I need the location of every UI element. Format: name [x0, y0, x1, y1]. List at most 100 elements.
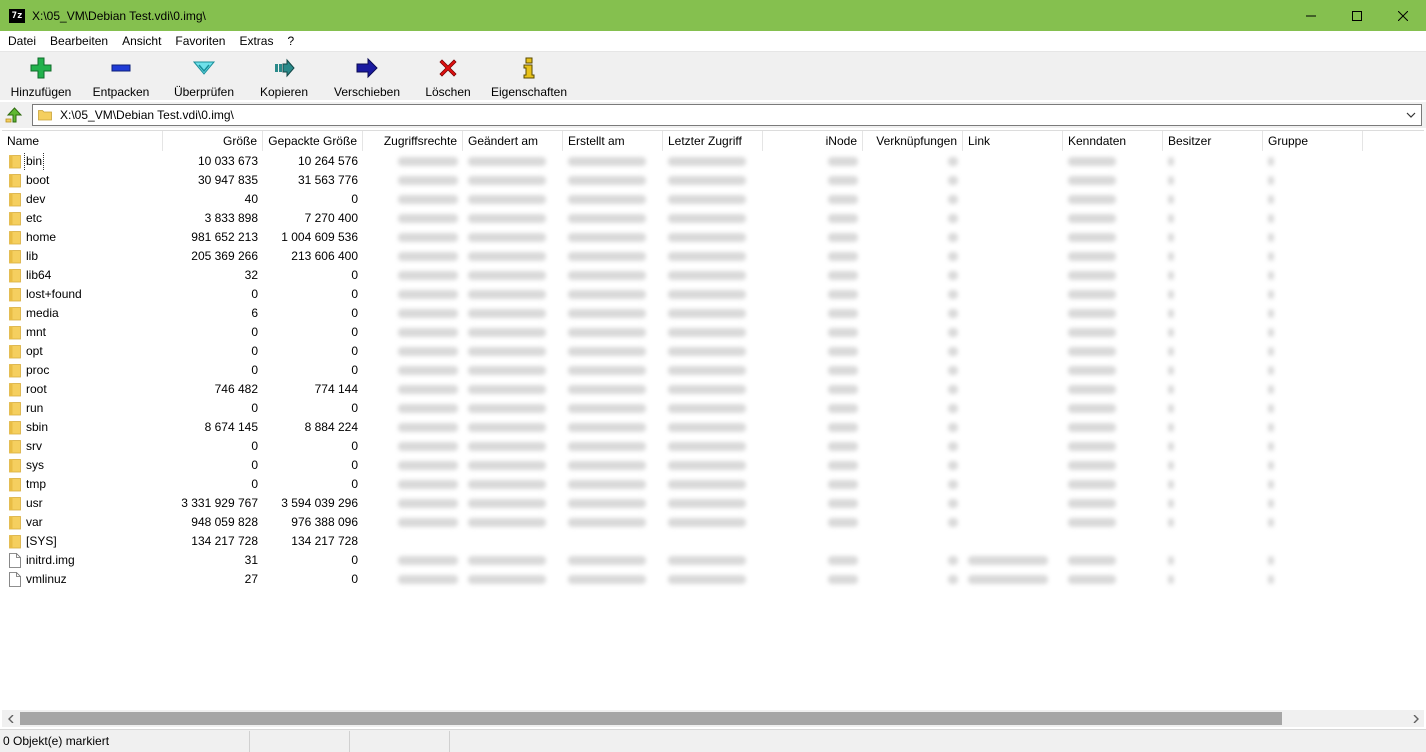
redacted-value: [828, 480, 858, 490]
col-group[interactable]: Gruppe: [1263, 131, 1363, 151]
horizontal-scrollbar[interactable]: [2, 710, 1424, 727]
obscured-cell: [1263, 171, 1363, 190]
col-inode[interactable]: iNode: [763, 131, 863, 151]
redacted-value: [398, 385, 458, 395]
delete-button[interactable]: Löschen: [424, 52, 472, 100]
name-cell[interactable]: initrd.img: [2, 551, 163, 570]
col-size[interactable]: Größe: [163, 131, 263, 151]
redacted-value: [398, 233, 458, 243]
menu-ansicht[interactable]: Ansicht: [115, 34, 168, 48]
col-links[interactable]: Verknüpfungen: [863, 131, 963, 151]
obscured-cell: [1163, 361, 1263, 380]
table-row[interactable]: initrd.img 31 0: [2, 551, 1424, 570]
name-cell[interactable]: usr: [2, 494, 163, 513]
redacted-value: [968, 556, 1048, 566]
name-cell[interactable]: sbin: [2, 418, 163, 437]
col-owner[interactable]: Besitzer: [1163, 131, 1263, 151]
table-row[interactable]: root 746 482 774 144: [2, 380, 1424, 399]
redacted-value: [948, 499, 958, 509]
table-row[interactable]: lib64 32 0: [2, 266, 1424, 285]
address-bar: X:\05_VM\Debian Test.vdi\0.img\: [0, 102, 1426, 128]
name-cell[interactable]: proc: [2, 361, 163, 380]
name-cell[interactable]: run: [2, 399, 163, 418]
redacted-value: [1268, 385, 1274, 395]
minimize-button[interactable]: [1288, 0, 1334, 31]
table-row[interactable]: opt 0 0: [2, 342, 1424, 361]
copy-button[interactable]: Kopieren: [258, 52, 310, 100]
name-cell[interactable]: opt: [2, 342, 163, 361]
col-created[interactable]: Erstellt am: [563, 131, 663, 151]
redacted-value: [568, 366, 646, 376]
col-packed-size[interactable]: Gepackte Größe: [263, 131, 363, 151]
name-cell[interactable]: boot: [2, 171, 163, 190]
col-characteristics[interactable]: Kenndaten: [1063, 131, 1163, 151]
name-cell[interactable]: [SYS]: [2, 532, 163, 551]
menu-favoriten[interactable]: Favoriten: [168, 34, 232, 48]
name-cell[interactable]: bin: [2, 152, 163, 171]
table-row[interactable]: boot 30 947 835 31 563 776: [2, 171, 1424, 190]
properties-button[interactable]: Eigenschaften: [491, 52, 567, 100]
table-row[interactable]: etc 3 833 898 7 270 400: [2, 209, 1424, 228]
name-cell[interactable]: lost+found: [2, 285, 163, 304]
up-folder-icon[interactable]: [5, 106, 23, 124]
table-row[interactable]: var 948 059 828 976 388 096: [2, 513, 1424, 532]
scroll-left-button[interactable]: [2, 710, 19, 727]
redacted-value: [568, 347, 646, 357]
col-modified[interactable]: Geändert am: [463, 131, 563, 151]
name-cell[interactable]: home: [2, 228, 163, 247]
name-cell[interactable]: mnt: [2, 323, 163, 342]
table-row[interactable]: vmlinuz 27 0: [2, 570, 1424, 589]
name-cell[interactable]: etc: [2, 209, 163, 228]
col-accessed[interactable]: Letzter Zugriff: [663, 131, 763, 151]
path-input[interactable]: X:\05_VM\Debian Test.vdi\0.img\: [32, 104, 1422, 126]
obscured-cell: [563, 323, 663, 342]
col-permissions[interactable]: Zugriffsrechte: [363, 131, 463, 151]
redacted-value: [948, 575, 958, 585]
table-row[interactable]: lost+found 0 0: [2, 285, 1424, 304]
chevron-down-icon[interactable]: [1405, 109, 1417, 121]
maximize-button[interactable]: [1334, 0, 1380, 31]
table-row[interactable]: sys 0 0: [2, 456, 1424, 475]
table-row[interactable]: sbin 8 674 145 8 884 224: [2, 418, 1424, 437]
table-row[interactable]: tmp 0 0: [2, 475, 1424, 494]
col-name[interactable]: Name: [2, 131, 163, 151]
table-row[interactable]: mnt 0 0: [2, 323, 1424, 342]
menu-help[interactable]: ?: [280, 34, 301, 48]
obscured-cell: [563, 361, 663, 380]
menu-bearbeiten[interactable]: Bearbeiten: [43, 34, 115, 48]
table-row[interactable]: home 981 652 213 1 004 609 536: [2, 228, 1424, 247]
table-row[interactable]: media 6 0: [2, 304, 1424, 323]
table-row[interactable]: usr 3 331 929 767 3 594 039 296: [2, 494, 1424, 513]
table-row[interactable]: proc 0 0: [2, 361, 1424, 380]
name-cell[interactable]: srv: [2, 437, 163, 456]
file-list[interactable]: Name Größe Gepackte Größe Zugriffsrechte…: [2, 130, 1424, 711]
extract-button[interactable]: Entpacken: [92, 52, 150, 100]
obscured-cell: [963, 342, 1063, 361]
obscured-cell: [763, 323, 863, 342]
menu-datei[interactable]: Datei: [0, 34, 43, 48]
add-button[interactable]: Hinzufügen: [10, 52, 72, 100]
table-row[interactable]: srv 0 0: [2, 437, 1424, 456]
table-row[interactable]: run 0 0: [2, 399, 1424, 418]
name-cell[interactable]: vmlinuz: [2, 570, 163, 589]
name-cell[interactable]: lib: [2, 247, 163, 266]
test-button[interactable]: Überprüfen: [172, 52, 236, 100]
table-row[interactable]: [SYS] 134 217 728 134 217 728: [2, 532, 1424, 551]
col-link[interactable]: Link: [963, 131, 1063, 151]
scroll-right-button[interactable]: [1407, 710, 1424, 727]
close-button[interactable]: [1380, 0, 1426, 31]
table-row[interactable]: lib 205 369 266 213 606 400: [2, 247, 1424, 266]
scrollbar-thumb[interactable]: [20, 712, 1282, 725]
name-cell[interactable]: tmp: [2, 475, 163, 494]
name-cell[interactable]: lib64: [2, 266, 163, 285]
move-button[interactable]: Verschieben: [334, 52, 400, 100]
name-cell[interactable]: sys: [2, 456, 163, 475]
name-cell[interactable]: media: [2, 304, 163, 323]
name-cell[interactable]: root: [2, 380, 163, 399]
name-cell[interactable]: var: [2, 513, 163, 532]
table-row[interactable]: dev 40 0: [2, 190, 1424, 209]
name-cell[interactable]: dev: [2, 190, 163, 209]
table-row[interactable]: bin 10 033 673 10 264 576: [2, 152, 1424, 171]
obscured-cell: [563, 304, 663, 323]
menu-extras[interactable]: Extras: [232, 34, 280, 48]
